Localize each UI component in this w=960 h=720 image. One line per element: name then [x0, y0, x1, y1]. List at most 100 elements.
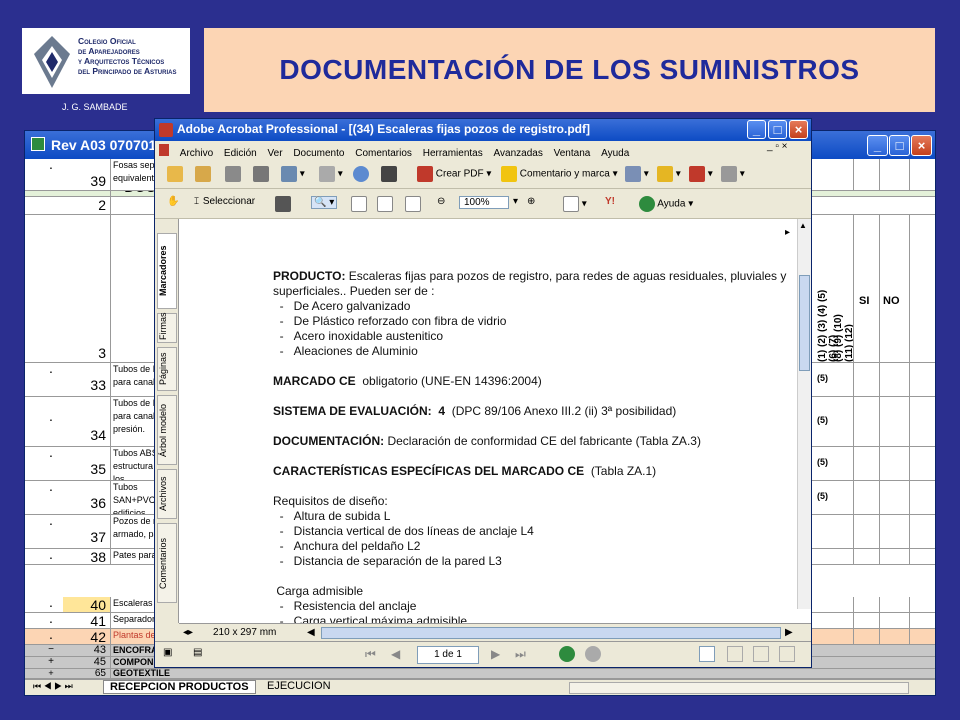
- search-icon[interactable]: [353, 166, 369, 182]
- create-pdf-button[interactable]: Crear PDF ▾: [417, 166, 491, 182]
- continuous-facing-icon[interactable]: [779, 646, 795, 662]
- row-number[interactable]: 33: [63, 363, 111, 396]
- print-icon[interactable]: [253, 166, 269, 182]
- row-number[interactable]: 37: [63, 515, 111, 548]
- row-number[interactable]: 65: [63, 669, 111, 679]
- menu-edicion[interactable]: Edición: [224, 148, 257, 159]
- layers-icon[interactable]: ▤: [193, 647, 202, 658]
- single-page-icon[interactable]: [699, 646, 715, 662]
- scroll-up-icon[interactable]: ▲: [799, 221, 807, 230]
- acrobat-maximize-button[interactable]: □: [768, 120, 787, 139]
- expand-panel-icon[interactable]: ▸: [785, 227, 790, 238]
- snapshot-icon[interactable]: [275, 196, 291, 212]
- continuous-icon[interactable]: [727, 646, 743, 662]
- panel-toggle-icon[interactable]: ▣: [163, 647, 172, 658]
- previous-page-icon[interactable]: ◀: [391, 647, 400, 661]
- zoom-dropdown-icon[interactable]: ▾: [513, 196, 518, 207]
- menu-avanzadas[interactable]: Avanzadas: [494, 148, 543, 159]
- forms-icon[interactable]: ▾: [721, 166, 745, 182]
- row-number[interactable]: 35: [63, 447, 111, 480]
- menu-ventana[interactable]: Ventana: [554, 148, 591, 159]
- row-number[interactable]: 41: [63, 613, 111, 629]
- row-number[interactable]: 36: [63, 481, 111, 514]
- menu-ver[interactable]: Ver: [268, 148, 283, 159]
- row-number[interactable]: 38: [63, 549, 111, 565]
- go-back-icon[interactable]: [559, 646, 575, 662]
- go-forward-icon[interactable]: [585, 646, 601, 662]
- organizer-icon[interactable]: [195, 166, 211, 182]
- horizontal-scrollbar[interactable]: [321, 627, 781, 639]
- author-name: J. G. SAMBADE: [62, 102, 128, 112]
- menu-herramientas[interactable]: Herramientas: [423, 148, 483, 159]
- menu-archivo[interactable]: Archivo: [180, 148, 213, 159]
- attach-icon[interactable]: ▾: [319, 166, 343, 182]
- zoom-tool-icon[interactable]: 🔍 ▾: [311, 196, 338, 209]
- binoculars-icon[interactable]: [381, 166, 397, 182]
- horizontal-scrollbar[interactable]: [569, 682, 909, 694]
- page-layout-icon[interactable]: ▾: [563, 196, 587, 212]
- scroll-right-arrow-icon[interactable]: ▶: [785, 627, 793, 638]
- fit-width-icon[interactable]: [405, 196, 421, 212]
- open-icon[interactable]: [167, 166, 183, 182]
- zoom-out-icon[interactable]: ⊖: [437, 196, 445, 207]
- zoom-level-field[interactable]: 100%: [459, 196, 509, 209]
- comment-markup-button[interactable]: Comentario y marca ▾: [501, 166, 618, 182]
- page-number-field[interactable]: 1 de 1: [417, 646, 479, 664]
- first-page-icon[interactable]: ⏮: [365, 647, 376, 662]
- row-flag: (5): [817, 457, 828, 467]
- menu-comentarios[interactable]: Comentarios: [355, 148, 412, 159]
- document-text: PRODUCTO: Escaleras fijas para pozos de …: [273, 269, 787, 628]
- acrobat-close-button[interactable]: ×: [789, 120, 808, 139]
- group-row[interactable]: +65 GEOTEXTILE: [25, 669, 935, 679]
- expand-icon[interactable]: +: [39, 669, 63, 678]
- email-icon[interactable]: ▾: [281, 166, 305, 182]
- excel-close-button[interactable]: ×: [911, 135, 932, 156]
- signature-icon[interactable]: ▾: [625, 166, 649, 182]
- tab-recepcion-productos[interactable]: RECEPCION PRODUCTOS: [103, 680, 256, 694]
- hand-tool-icon[interactable]: ✋: [167, 196, 179, 207]
- row-number[interactable]: 43: [63, 645, 111, 656]
- pen-icon[interactable]: ▾: [689, 166, 713, 182]
- navigation-panel: Marcadores Firmas Páginas Árbol modelo A…: [155, 219, 179, 623]
- tab-ejecucion[interactable]: EJECUCION: [261, 680, 337, 692]
- facing-icon[interactable]: [753, 646, 769, 662]
- tab-archivos[interactable]: Archivos: [157, 469, 177, 519]
- tab-comentarios[interactable]: Comentarios: [157, 523, 177, 603]
- tab-arbol-modelo[interactable]: Árbol modelo: [157, 395, 177, 465]
- next-page-icon[interactable]: ▶: [491, 647, 500, 661]
- help-button[interactable]: Ayuda ▾: [639, 196, 693, 212]
- tab-nav-arrows-icon[interactable]: ⏮ ◀ ▶ ⏭: [33, 681, 73, 692]
- zoom-in-icon[interactable]: ⊕: [527, 196, 535, 207]
- tab-paginas[interactable]: Páginas: [157, 347, 177, 391]
- group-label[interactable]: GEOTEXTILE: [111, 669, 179, 678]
- excel-maximize-button[interactable]: □: [889, 135, 910, 156]
- tab-marcadores[interactable]: Marcadores: [157, 233, 177, 309]
- document-status-bar: ◂▸ 210 x 297 mm ◀ ▶: [179, 623, 811, 641]
- select-tool-button[interactable]: 𝙸 Seleccionar: [193, 196, 255, 207]
- tab-firmas[interactable]: Firmas: [157, 313, 177, 343]
- expand-icon[interactable]: +: [39, 657, 63, 667]
- scroll-left-arrow-icon[interactable]: ◀: [307, 627, 315, 638]
- row-number-selected[interactable]: 40: [63, 597, 111, 613]
- menu-documento[interactable]: Documento: [293, 148, 344, 159]
- row-number[interactable]: 3: [63, 215, 111, 362]
- doc-window-controls-icon[interactable]: _ ▫ ×: [767, 141, 788, 152]
- row-number[interactable]: 39: [63, 159, 111, 190]
- menu-ayuda[interactable]: Ayuda: [601, 148, 629, 159]
- yahoo-icon[interactable]: Y!: [605, 196, 615, 207]
- acrobat-title: Adobe Acrobat Professional - [(34) Escal…: [177, 122, 590, 136]
- row-number[interactable]: 34: [63, 397, 111, 446]
- excel-minimize-button[interactable]: _: [867, 135, 888, 156]
- document-page[interactable]: ▲ ▸ PRODUCTO: Escaleras fijas para pozos…: [179, 219, 811, 628]
- scroll-left-icon[interactable]: ◂▸: [183, 627, 193, 638]
- save-icon[interactable]: [225, 166, 241, 182]
- row-number[interactable]: 45: [63, 657, 111, 668]
- row-number[interactable]: 2: [63, 197, 111, 214]
- last-page-icon[interactable]: ⏭: [515, 647, 526, 662]
- fit-page-icon[interactable]: [377, 196, 393, 212]
- row-number[interactable]: 42: [63, 629, 111, 645]
- acrobat-minimize-button[interactable]: _: [747, 120, 766, 139]
- actual-size-icon[interactable]: [351, 196, 367, 212]
- collapse-icon[interactable]: −: [39, 645, 63, 655]
- lock-icon[interactable]: ▾: [657, 166, 681, 182]
